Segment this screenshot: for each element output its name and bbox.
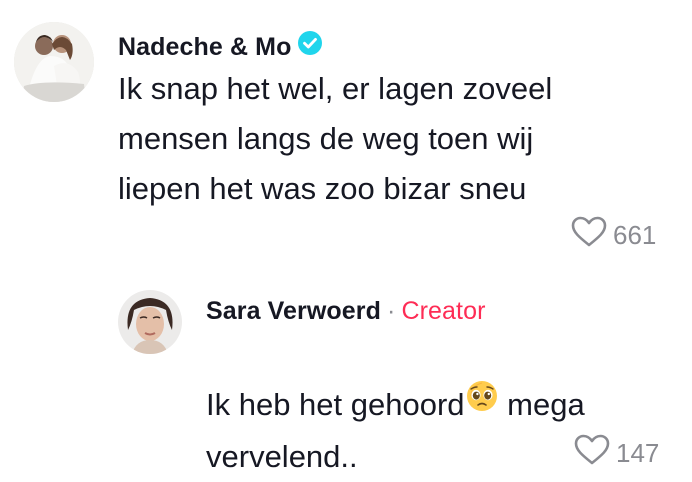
avatar[interactable] [14,22,94,102]
reply-text-part1: Ik heb het gehoord [206,387,465,422]
avatar[interactable] [118,290,182,354]
creator-badge: Creator [401,297,486,325]
like-count: 661 [613,220,657,250]
reply-username[interactable]: Sara Verwoerd · Creator [206,297,486,326]
reply-text-part2: mega [498,387,585,422]
like-button[interactable]: 147 [574,434,659,473]
reply-item: Sara Verwoerd · Creator Ik heb het gehoord… [0,270,692,480]
heart-outline-icon [571,216,607,255]
username-label: Nadeche & Mo [118,33,292,62]
heart-outline-icon [574,434,610,473]
username-label: Sara Verwoerd [206,297,382,325]
separator-dot: · [387,297,396,325]
verified-check-icon [297,30,323,63]
comment-item: Nadeche & Mo Ik snap het wel, er lagen z… [0,0,692,270]
comment-text: Ik snap het wel, er lagen zoveel mensen … [118,71,553,206]
reply-text-line2: vervelend.. [206,438,358,474]
comment-username[interactable]: Nadeche & Mo [118,30,323,65]
like-button[interactable]: 661 [571,216,656,255]
pleading-face-icon [465,378,499,428]
like-count: 147 [616,438,660,468]
